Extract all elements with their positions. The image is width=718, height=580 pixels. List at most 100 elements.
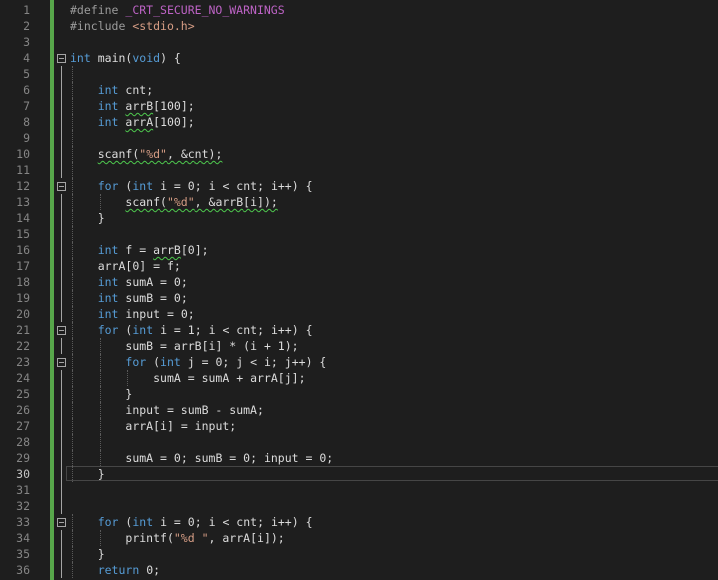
code-line[interactable]: 4 int main(void) {: [0, 50, 718, 66]
code-line[interactable]: 13 scanf("%d", &arrB[i]);: [0, 194, 718, 210]
collapse-icon[interactable]: [57, 358, 66, 367]
fold-connector: [61, 498, 62, 514]
line-number: 30: [16, 467, 30, 481]
code-text[interactable]: for (int j = 0; j < i; j++) {: [70, 354, 326, 370]
collapse-icon[interactable]: [57, 182, 66, 191]
line-number: 12: [16, 179, 30, 193]
code-line[interactable]: 20 int input = 0;: [0, 306, 718, 322]
code-text[interactable]: arrA[i] = input;: [70, 418, 236, 434]
code-line[interactable]: 11: [0, 162, 718, 178]
fold-connector: [61, 162, 62, 178]
code-line[interactable]: 16 int f = arrB[0];: [0, 242, 718, 258]
code-text[interactable]: }: [70, 466, 105, 482]
fold-connector: [61, 386, 62, 402]
indent-guide: [72, 434, 73, 450]
code-line[interactable]: 2 #include <stdio.h>: [0, 18, 718, 34]
code-text[interactable]: }: [70, 546, 105, 562]
code-text[interactable]: for (int i = 0; i < cnt; i++) {: [70, 178, 313, 194]
code-text[interactable]: int cnt;: [70, 82, 153, 98]
code-text[interactable]: int input = 0;: [70, 306, 195, 322]
code-area[interactable]: 1 #define _CRT_SECURE_NO_WARNINGS 2 #includ…: [0, 2, 718, 578]
code-line[interactable]: 5: [0, 66, 718, 82]
code-line[interactable]: 33 for (int i = 0; i < cnt; i++) {: [0, 514, 718, 530]
code-line[interactable]: 27 arrA[i] = input;: [0, 418, 718, 434]
code-text[interactable]: sumB = arrB[i] * (i + 1);: [70, 338, 298, 354]
code-text[interactable]: }: [70, 386, 132, 402]
code-line[interactable]: 21 for (int i = 1; i < cnt; i++) {: [0, 322, 718, 338]
line-number: 27: [16, 419, 30, 433]
code-line[interactable]: 6 int cnt;: [0, 82, 718, 98]
collapse-icon[interactable]: [57, 518, 66, 527]
code-line[interactable]: 25 }: [0, 386, 718, 402]
fold-connector: [61, 66, 62, 82]
fold-connector: [61, 482, 62, 498]
code-line[interactable]: 36 return 0;: [0, 562, 718, 578]
code-line[interactable]: 18 int sumA = 0;: [0, 274, 718, 290]
fold-connector: [61, 546, 62, 562]
line-number: 21: [16, 323, 30, 337]
code-line[interactable]: 3: [0, 34, 718, 50]
fold-connector: [61, 434, 62, 450]
fold-connector: [61, 114, 62, 130]
line-number: 35: [16, 547, 30, 561]
collapse-icon[interactable]: [57, 54, 66, 63]
code-text[interactable]: printf("%d ", arrA[i]);: [70, 530, 284, 546]
code-line[interactable]: 19 int sumB = 0;: [0, 290, 718, 306]
code-text[interactable]: arrA[0] = f;: [70, 258, 181, 274]
line-number: 25: [16, 387, 30, 401]
code-line[interactable]: 26 input = sumB - sumA;: [0, 402, 718, 418]
code-text[interactable]: int f = arrB[0];: [70, 242, 209, 258]
code-line[interactable]: 12 for (int i = 0; i < cnt; i++) {: [0, 178, 718, 194]
code-line[interactable]: 9: [0, 130, 718, 146]
fold-connector: [61, 226, 62, 242]
code-text[interactable]: return 0;: [70, 562, 160, 578]
line-number: 7: [23, 99, 30, 113]
line-number: 20: [16, 307, 30, 321]
code-text[interactable]: int arrA[100];: [70, 114, 195, 130]
code-editor[interactable]: 1 #define _CRT_SECURE_NO_WARNINGS 2 #includ…: [0, 0, 718, 580]
code-line[interactable]: 15: [0, 226, 718, 242]
line-number: 14: [16, 211, 30, 225]
collapse-icon[interactable]: [57, 326, 66, 335]
code-text[interactable]: int arrB[100];: [70, 98, 195, 114]
code-text[interactable]: int main(void) {: [70, 50, 181, 66]
code-line[interactable]: 14 }: [0, 210, 718, 226]
code-line[interactable]: 23 for (int j = 0; j < i; j++) {: [0, 354, 718, 370]
code-text[interactable]: int sumB = 0;: [70, 290, 188, 306]
fold-connector: [61, 562, 62, 578]
code-line[interactable]: 31: [0, 482, 718, 498]
code-text[interactable]: int sumA = 0;: [70, 274, 188, 290]
code-text[interactable]: #include <stdio.h>: [70, 18, 195, 34]
code-text[interactable]: input = sumB - sumA;: [70, 402, 264, 418]
code-line[interactable]: 30 }: [0, 466, 718, 482]
code-line[interactable]: 1 #define _CRT_SECURE_NO_WARNINGS: [0, 2, 718, 18]
code-text[interactable]: }: [70, 210, 105, 226]
indent-guide: [99, 434, 101, 450]
indent-guide: [72, 130, 73, 146]
line-number: 13: [16, 195, 30, 209]
line-number: 6: [23, 83, 30, 97]
code-line[interactable]: 8 int arrA[100];: [0, 114, 718, 130]
code-line[interactable]: 7 int arrB[100];: [0, 98, 718, 114]
code-line[interactable]: 24 sumA = sumA + arrA[j];: [0, 370, 718, 386]
code-text[interactable]: for (int i = 0; i < cnt; i++) {: [70, 514, 313, 530]
code-text[interactable]: sumA = 0; sumB = 0; input = 0;: [70, 450, 333, 466]
code-text[interactable]: sumA = sumA + arrA[j];: [70, 370, 305, 386]
code-line[interactable]: 28: [0, 434, 718, 450]
code-text[interactable]: #define _CRT_SECURE_NO_WARNINGS: [70, 2, 285, 18]
code-text[interactable]: scanf("%d", &arrB[i]);: [70, 194, 277, 210]
code-text[interactable]: scanf("%d", &cnt);: [70, 146, 223, 162]
code-line[interactable]: 35 }: [0, 546, 718, 562]
code-line[interactable]: 22 sumB = arrB[i] * (i + 1);: [0, 338, 718, 354]
code-text[interactable]: for (int i = 1; i < cnt; i++) {: [70, 322, 313, 338]
fold-connector: [61, 290, 62, 306]
line-number: 4: [23, 51, 30, 65]
line-number: 28: [16, 435, 30, 449]
code-line[interactable]: 17 arrA[0] = f;: [0, 258, 718, 274]
code-line[interactable]: 29 sumA = 0; sumB = 0; input = 0;: [0, 450, 718, 466]
code-line[interactable]: 34 printf("%d ", arrA[i]);: [0, 530, 718, 546]
code-line[interactable]: 10 scanf("%d", &cnt);: [0, 146, 718, 162]
code-line[interactable]: 32: [0, 498, 718, 514]
line-number: 3: [23, 35, 30, 49]
fold-connector: [61, 338, 62, 354]
